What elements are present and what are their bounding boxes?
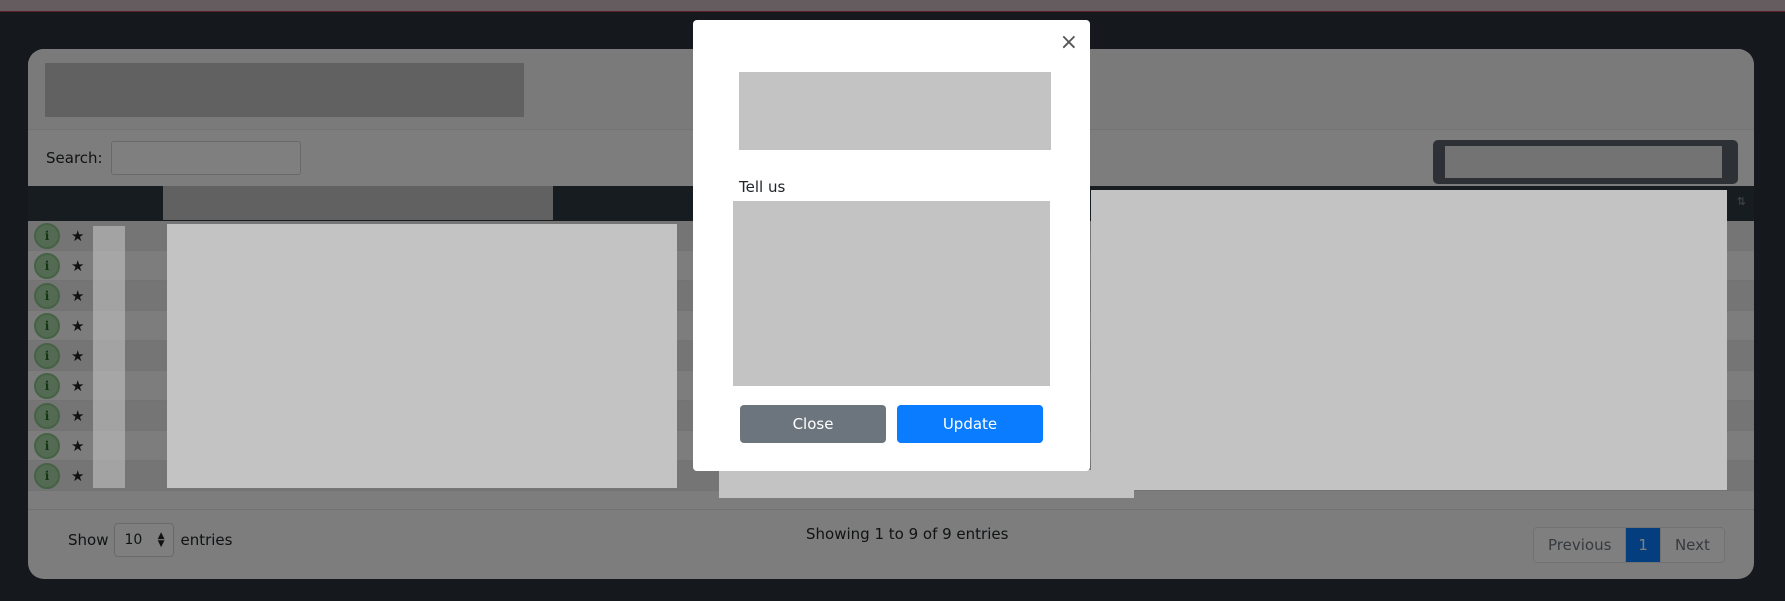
redacted-block <box>1091 190 1727 490</box>
close-button[interactable]: Close <box>740 405 886 443</box>
tell-us-label: Tell us <box>739 178 786 196</box>
redacted-block <box>167 224 677 488</box>
update-button[interactable]: Update <box>897 405 1043 443</box>
redacted-block <box>719 470 1134 498</box>
feedback-modal: × Tell us Close Update <box>693 20 1090 471</box>
close-icon[interactable]: × <box>1060 32 1078 54</box>
tell-us-textarea[interactable] <box>733 201 1050 386</box>
redacted-column <box>93 226 125 488</box>
modal-header-placeholder <box>739 72 1051 150</box>
